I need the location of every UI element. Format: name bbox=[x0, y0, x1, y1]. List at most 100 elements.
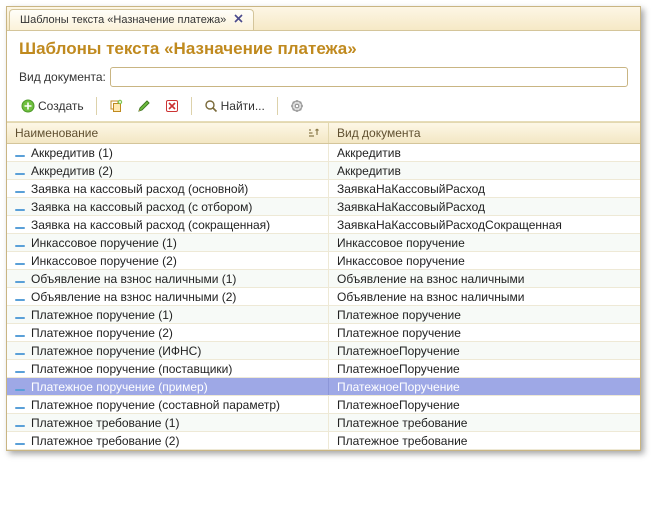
table-row[interactable]: Инкассовое поручение (2) Инкассовое поруч… bbox=[7, 252, 640, 270]
tab-current[interactable]: Шаблоны текста «Назначение платежа» bbox=[9, 9, 254, 30]
cell-name-text: Платежное поручение (ИФНС) bbox=[31, 344, 201, 358]
column-name[interactable]: Наименование bbox=[7, 123, 329, 143]
item-icon bbox=[15, 221, 25, 229]
item-icon bbox=[15, 437, 25, 445]
cell-doc: ЗаявкаНаКассовыйРасход bbox=[329, 198, 640, 215]
copy-icon bbox=[109, 99, 123, 113]
cell-name-text: Инкассовое поручение (2) bbox=[31, 254, 177, 268]
cell-doc: Объявление на взнос наличными bbox=[329, 270, 640, 287]
cell-doc: ПлатежноеПоручение bbox=[329, 360, 640, 377]
separator bbox=[96, 97, 97, 115]
tab-title: Шаблоны текста «Назначение платежа» bbox=[20, 14, 226, 26]
table-row[interactable]: Платежное поручение (пример) ПлатежноеПор… bbox=[7, 378, 640, 396]
table-row[interactable]: Объявление на взнос наличными (2) Объявле… bbox=[7, 288, 640, 306]
copy-button[interactable] bbox=[103, 95, 129, 117]
cell-doc-text: ПлатежноеПоручение bbox=[337, 380, 460, 394]
item-icon bbox=[15, 347, 25, 355]
table-row[interactable]: Платежное поручение (ИФНС) ПлатежноеПоруч… bbox=[7, 342, 640, 360]
item-icon bbox=[15, 167, 25, 175]
cell-doc-text: Платежное поручение bbox=[337, 326, 461, 340]
item-icon bbox=[15, 257, 25, 265]
cell-doc: ЗаявкаНаКассовыйРасходСокращенная bbox=[329, 216, 640, 233]
cell-name-text: Объявление на взнос наличными (2) bbox=[31, 290, 236, 304]
add-icon bbox=[21, 99, 35, 113]
cell-name: Инкассовое поручение (2) bbox=[7, 252, 329, 269]
item-icon bbox=[15, 311, 25, 319]
table-row[interactable]: Инкассовое поручение (1) Инкассовое поруч… bbox=[7, 234, 640, 252]
cell-name-text: Аккредитив (2) bbox=[31, 164, 113, 178]
cell-name: Платежное требование (2) bbox=[7, 432, 329, 449]
cell-name-text: Платежное требование (1) bbox=[31, 416, 179, 430]
item-icon bbox=[15, 365, 25, 373]
cell-name-text: Платежное поручение (1) bbox=[31, 308, 173, 322]
delete-button[interactable] bbox=[159, 95, 185, 117]
table-row[interactable]: Платежное требование (1)Платежное требов… bbox=[7, 414, 640, 432]
cell-name-text: Заявка на кассовый расход (с отбором) bbox=[31, 200, 252, 214]
table: Наименование Вид документа Аккредитив (1… bbox=[7, 122, 640, 450]
cell-name: Инкассовое поручение (1) bbox=[7, 234, 329, 251]
create-button[interactable]: Создать bbox=[15, 95, 90, 117]
cell-name: Платежное поручение (поставщики) bbox=[7, 360, 329, 377]
cell-name-text: Платежное поручение (пример) bbox=[31, 380, 208, 394]
table-row[interactable]: Аккредитив (1)Аккредитив bbox=[7, 144, 640, 162]
edit-button[interactable] bbox=[131, 95, 157, 117]
document-type-input[interactable] bbox=[110, 67, 628, 87]
cell-doc-text: Инкассовое поручение bbox=[337, 254, 465, 268]
item-icon bbox=[15, 239, 25, 247]
cell-doc: Аккредитив bbox=[329, 162, 640, 179]
column-doc-label: Вид документа bbox=[337, 126, 421, 140]
cell-doc-text: Объявление на взнос наличными bbox=[337, 290, 524, 304]
table-row[interactable]: Платежное поручение (2) Платежное поручен… bbox=[7, 324, 640, 342]
find-label: Найти... bbox=[221, 99, 265, 113]
cell-doc: Платежное поручение bbox=[329, 324, 640, 341]
cell-doc-text: ПлатежноеПоручение bbox=[337, 398, 460, 412]
item-icon bbox=[15, 185, 25, 193]
table-body: Аккредитив (1)АккредитивАккредитив (2)Ак… bbox=[7, 144, 640, 450]
settings-button[interactable] bbox=[284, 95, 310, 117]
cell-name-text: Платежное поручение (2) bbox=[31, 326, 173, 340]
cell-doc-text: Аккредитив bbox=[337, 164, 401, 178]
table-row[interactable]: Заявка на кассовый расход (основной) Заяв… bbox=[7, 180, 640, 198]
toolbar: Создать Найти... bbox=[7, 93, 640, 122]
table-row[interactable]: Аккредитив (2) Аккредитив bbox=[7, 162, 640, 180]
cell-name-text: Платежное поручение (поставщики) bbox=[31, 362, 232, 376]
item-icon bbox=[15, 383, 25, 391]
create-label: Создать bbox=[38, 99, 84, 113]
table-row[interactable]: Платежное поручение (поставщики) Платежно… bbox=[7, 360, 640, 378]
cell-doc-text: Платежное требование bbox=[337, 434, 467, 448]
cell-name-text: Заявка на кассовый расход (основной) bbox=[31, 182, 248, 196]
page-title: Шаблоны текста «Назначение платежа» bbox=[19, 39, 357, 58]
cell-name: Платежное поручение (пример) bbox=[7, 378, 329, 395]
table-row[interactable]: Заявка на кассовый расход (сокращенная)З… bbox=[7, 216, 640, 234]
cell-doc-text: ЗаявкаНаКассовыйРасход bbox=[337, 200, 485, 214]
close-icon[interactable] bbox=[232, 14, 245, 26]
find-button[interactable]: Найти... bbox=[198, 95, 271, 117]
tab-bar: Шаблоны текста «Назначение платежа» bbox=[7, 7, 640, 31]
cell-name: Аккредитив (2) bbox=[7, 162, 329, 179]
table-row[interactable]: Платежное поручение (составной параметр)… bbox=[7, 396, 640, 414]
cell-doc: ЗаявкаНаКассовыйРасход bbox=[329, 180, 640, 197]
column-doc[interactable]: Вид документа bbox=[329, 123, 640, 143]
table-row[interactable]: Объявление на взнос наличными (1) Объявле… bbox=[7, 270, 640, 288]
cell-doc-text: Объявление на взнос наличными bbox=[337, 272, 524, 286]
cell-name: Объявление на взнос наличными (2) bbox=[7, 288, 329, 305]
table-row[interactable]: Заявка на кассовый расход (с отбором) Зая… bbox=[7, 198, 640, 216]
cell-name: Аккредитив (1) bbox=[7, 144, 329, 161]
item-icon bbox=[15, 293, 25, 301]
cell-doc: Инкассовое поручение bbox=[329, 234, 640, 251]
filter-row: Вид документа: bbox=[7, 65, 640, 93]
item-icon bbox=[15, 401, 25, 409]
cell-doc: ПлатежноеПоручение bbox=[329, 342, 640, 359]
gear-icon bbox=[290, 99, 304, 113]
separator bbox=[191, 97, 192, 115]
pencil-icon bbox=[137, 99, 151, 113]
cell-name: Платежное поручение (ИФНС) bbox=[7, 342, 329, 359]
table-row[interactable]: Платежное требование (2) Платежное требов… bbox=[7, 432, 640, 450]
table-row[interactable]: Платежное поручение (1)Платежное поручен… bbox=[7, 306, 640, 324]
cell-doc-text: Инкассовое поручение bbox=[337, 236, 465, 250]
cell-name-text: Платежное поручение (составной параметр) bbox=[31, 398, 280, 412]
cell-name-text: Аккредитив (1) bbox=[31, 146, 113, 160]
cell-name: Объявление на взнос наличными (1) bbox=[7, 270, 329, 287]
cell-name: Заявка на кассовый расход (сокращенная) bbox=[7, 216, 329, 233]
delete-icon bbox=[165, 99, 179, 113]
